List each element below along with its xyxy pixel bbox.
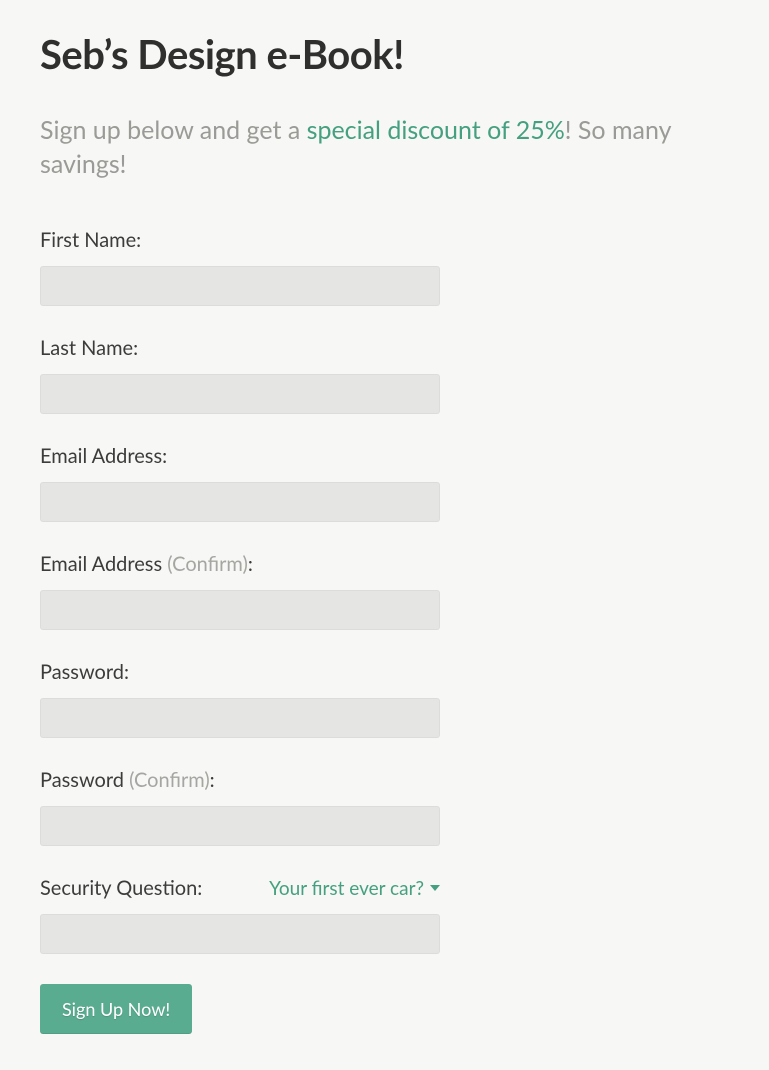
password-confirm-label: Password (Confirm): xyxy=(40,768,215,792)
page-subheading: Sign up below and get a special discount… xyxy=(40,114,720,182)
password-input[interactable] xyxy=(40,698,440,738)
security-question-selected: Your first ever car? xyxy=(269,877,424,900)
email-label: Email Address: xyxy=(40,444,167,468)
email-confirm-input[interactable] xyxy=(40,590,440,630)
security-question-dropdown[interactable]: Your first ever car? xyxy=(269,877,440,900)
field-security-question: Security Question: Your first ever car? xyxy=(40,876,440,954)
password-label: Password: xyxy=(40,660,129,684)
subheading-highlight: special discount of 25% xyxy=(307,115,565,145)
field-first-name: First Name: xyxy=(40,228,440,306)
security-question-label: Security Question: xyxy=(40,876,202,900)
security-answer-input[interactable] xyxy=(40,914,440,954)
field-email-confirm: Email Address (Confirm): xyxy=(40,552,440,630)
last-name-label: Last Name: xyxy=(40,336,138,360)
first-name-input[interactable] xyxy=(40,266,440,306)
page-title: Seb’s Design e-Book! xyxy=(40,30,729,78)
field-password: Password: xyxy=(40,660,440,738)
last-name-input[interactable] xyxy=(40,374,440,414)
signup-form: First Name: Last Name: Email Address: Em… xyxy=(40,228,440,1034)
first-name-label: First Name: xyxy=(40,228,141,252)
field-email: Email Address: xyxy=(40,444,440,522)
email-input[interactable] xyxy=(40,482,440,522)
signup-button[interactable]: Sign Up Now! xyxy=(40,984,192,1034)
password-confirm-input[interactable] xyxy=(40,806,440,846)
field-password-confirm: Password (Confirm): xyxy=(40,768,440,846)
email-confirm-label: Email Address (Confirm): xyxy=(40,552,253,576)
subheading-before: Sign up below and get a xyxy=(40,115,307,145)
field-last-name: Last Name: xyxy=(40,336,440,414)
caret-down-icon xyxy=(430,883,440,893)
